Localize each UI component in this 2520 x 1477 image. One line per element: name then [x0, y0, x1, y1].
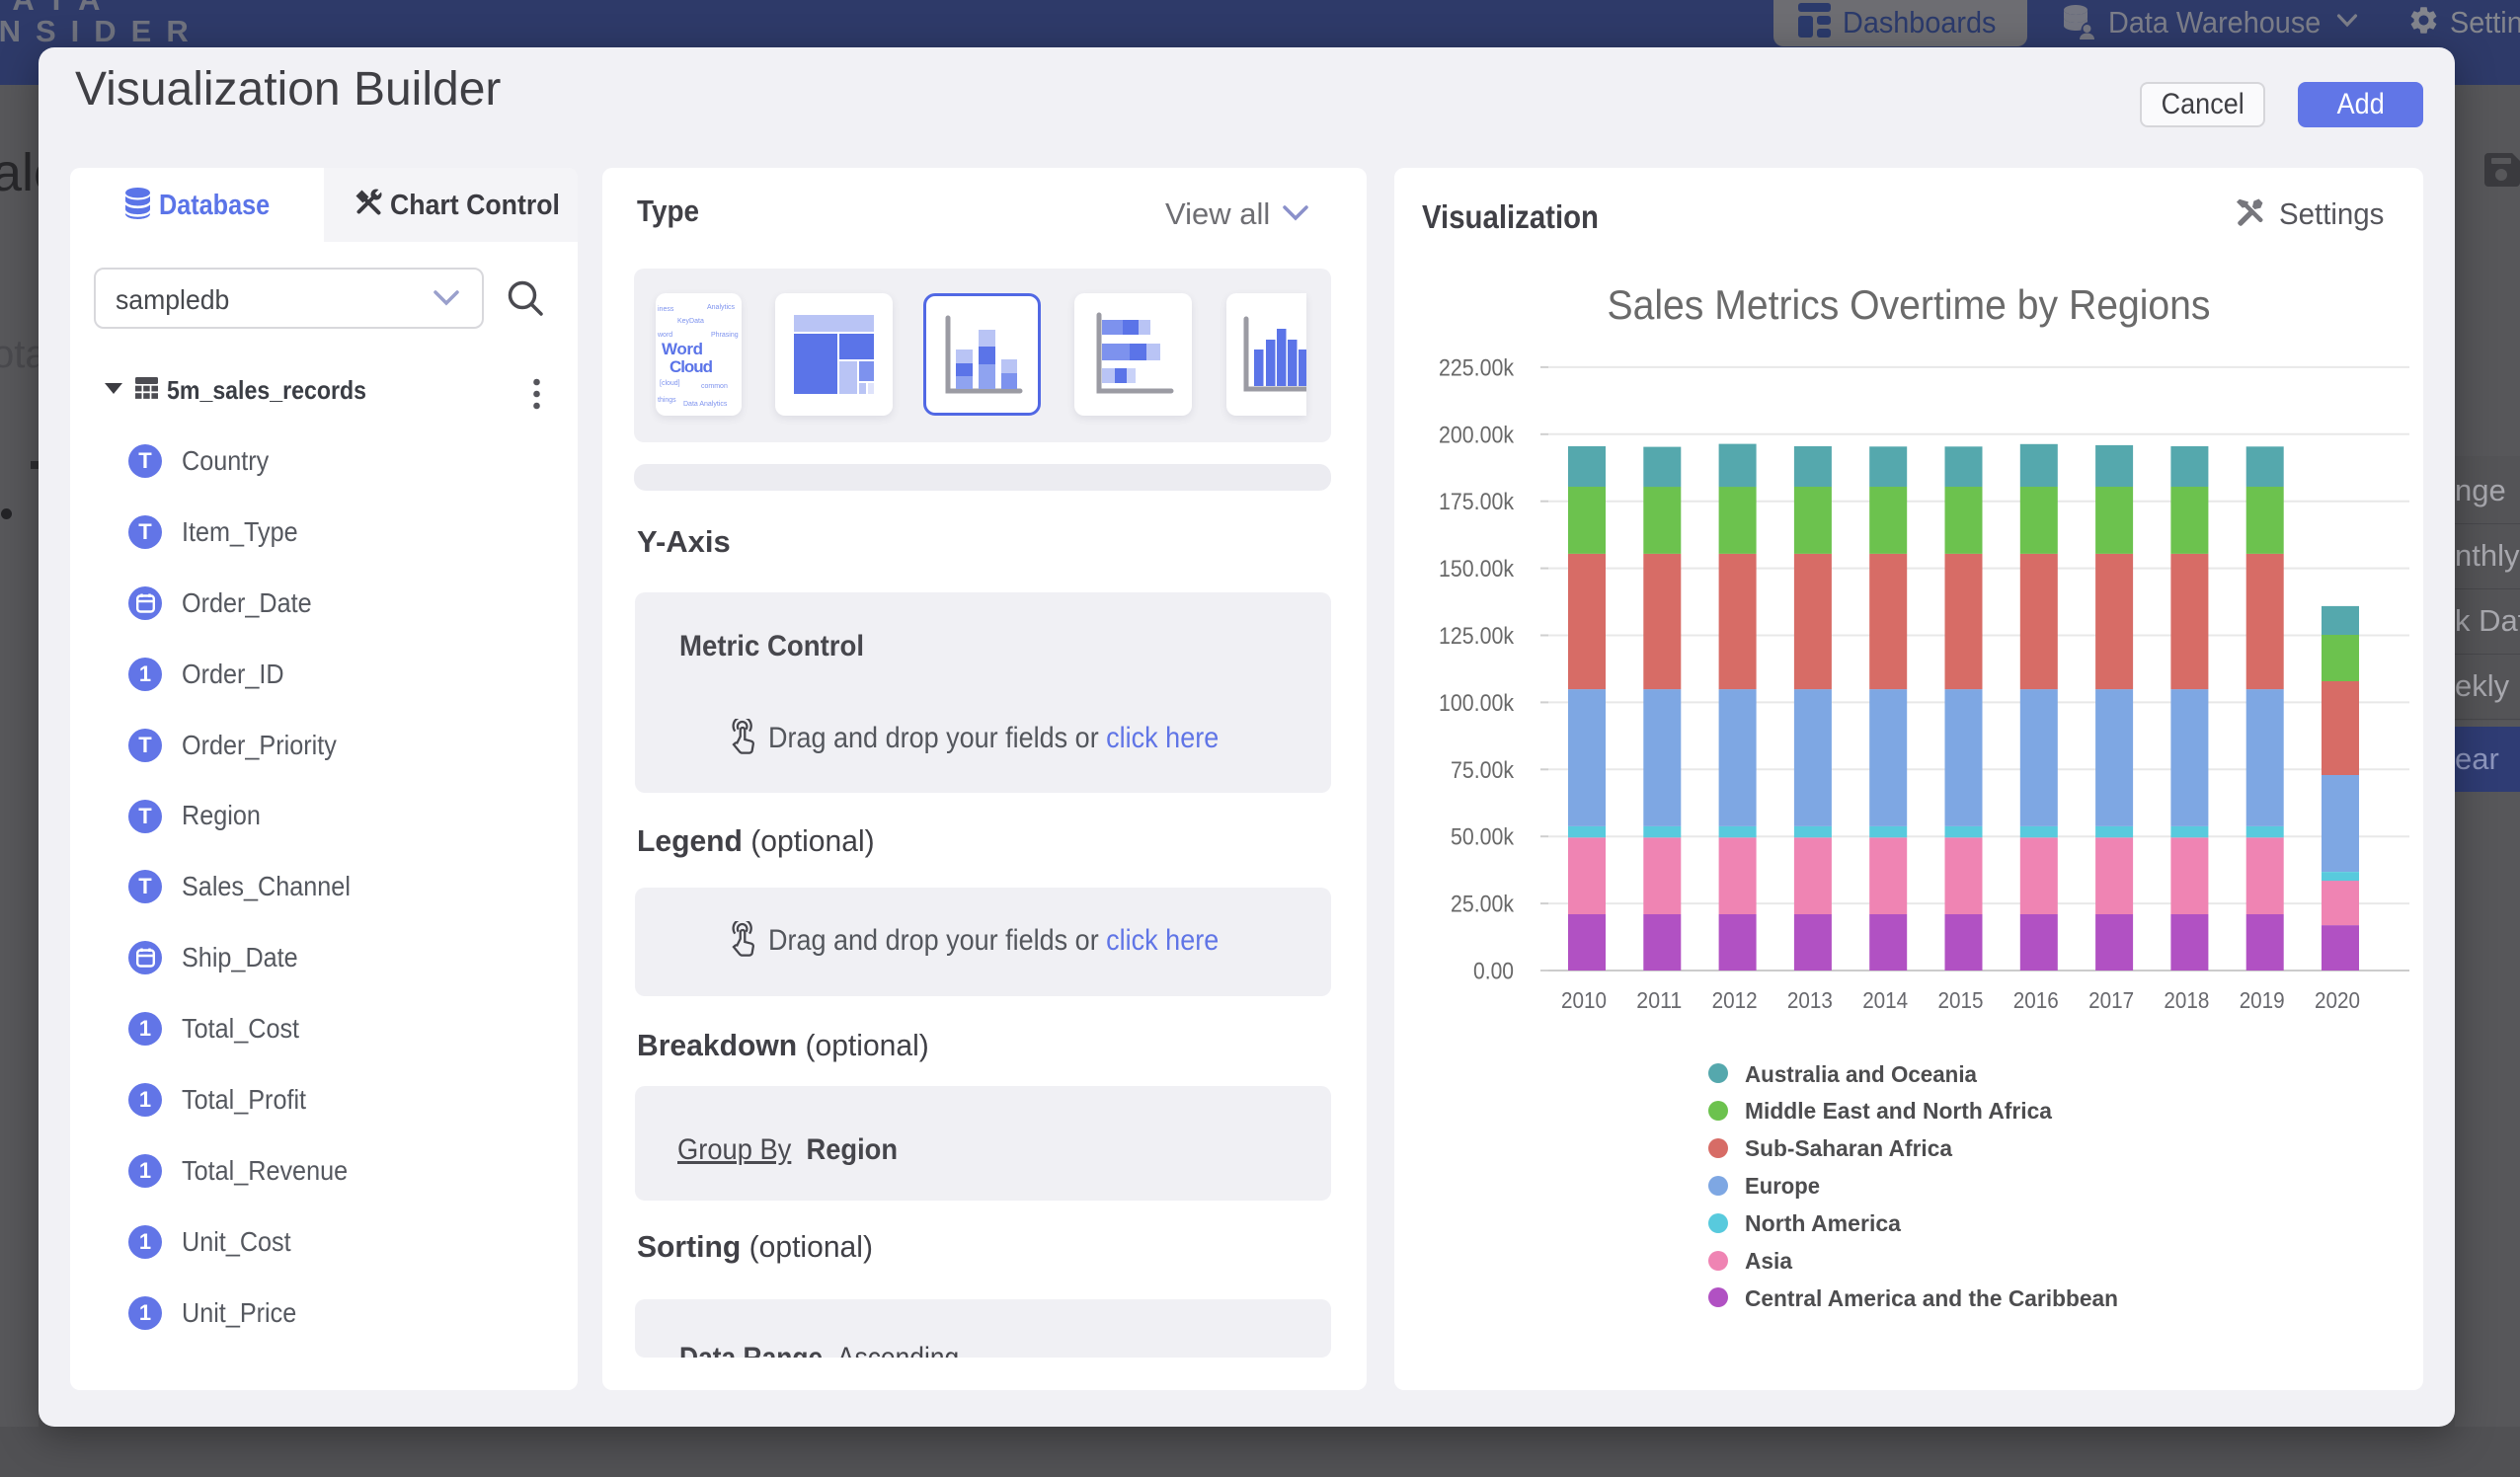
svg-text:2020: 2020	[2315, 987, 2360, 1013]
svg-text:2011: 2011	[1636, 987, 1682, 1013]
svg-text:Australia and Oceania: Australia and Oceania	[1745, 1061, 1977, 1087]
svg-text:Middle East and North Africa: Middle East and North Africa	[1745, 1098, 2052, 1124]
svg-text:2019: 2019	[2240, 987, 2285, 1013]
svg-text:75.00k: 75.00k	[1451, 757, 1515, 784]
svg-text:2018: 2018	[2164, 987, 2209, 1013]
svg-text:Analytics: Analytics	[707, 304, 736, 311]
svg-text:2015: 2015	[1938, 987, 1984, 1013]
svg-text:iness: iness	[658, 306, 674, 313]
svg-text:25.00k: 25.00k	[1451, 892, 1515, 918]
svg-text:KeyData: KeyData	[677, 318, 704, 325]
svg-text:150.00k: 150.00k	[1439, 556, 1515, 583]
svg-text:2016: 2016	[2013, 987, 2059, 1013]
svg-text:125.00k: 125.00k	[1439, 623, 1515, 650]
svg-text:Data Analytics: Data Analytics	[683, 401, 728, 408]
svg-text:0.00: 0.00	[1473, 959, 1514, 985]
svg-text:225.00k: 225.00k	[1439, 354, 1515, 381]
svg-text:2014: 2014	[1862, 987, 1908, 1013]
svg-text:2012: 2012	[1712, 987, 1758, 1013]
svg-text:Sales Metrics Overtime by Regi: Sales Metrics Overtime by Regions	[1608, 281, 2211, 328]
svg-text:[cloud]: [cloud]	[660, 380, 680, 387]
svg-text:Phrasing: Phrasing	[711, 332, 739, 339]
svg-text:Central America and the Caribb: Central America and the Caribbean	[1745, 1285, 2118, 1311]
svg-text:Word: Word	[662, 340, 703, 358]
svg-text:Cloud: Cloud	[669, 357, 713, 376]
svg-text:Asia: Asia	[1745, 1248, 1792, 1274]
svg-text:175.00k: 175.00k	[1439, 489, 1515, 515]
svg-text:common: common	[701, 383, 728, 390]
svg-text:word: word	[657, 332, 672, 339]
svg-text:50.00k: 50.00k	[1451, 824, 1515, 851]
svg-text:North America: North America	[1745, 1210, 1901, 1236]
svg-text:100.00k: 100.00k	[1439, 690, 1515, 717]
svg-text:2013: 2013	[1787, 987, 1833, 1013]
svg-text:2017: 2017	[2088, 987, 2134, 1013]
svg-text:2010: 2010	[1561, 987, 1607, 1013]
svg-text:Sub-Saharan Africa: Sub-Saharan Africa	[1745, 1135, 1952, 1161]
svg-text:things: things	[658, 397, 676, 404]
svg-text:200.00k: 200.00k	[1439, 422, 1515, 448]
svg-text:Europe: Europe	[1745, 1173, 1820, 1199]
